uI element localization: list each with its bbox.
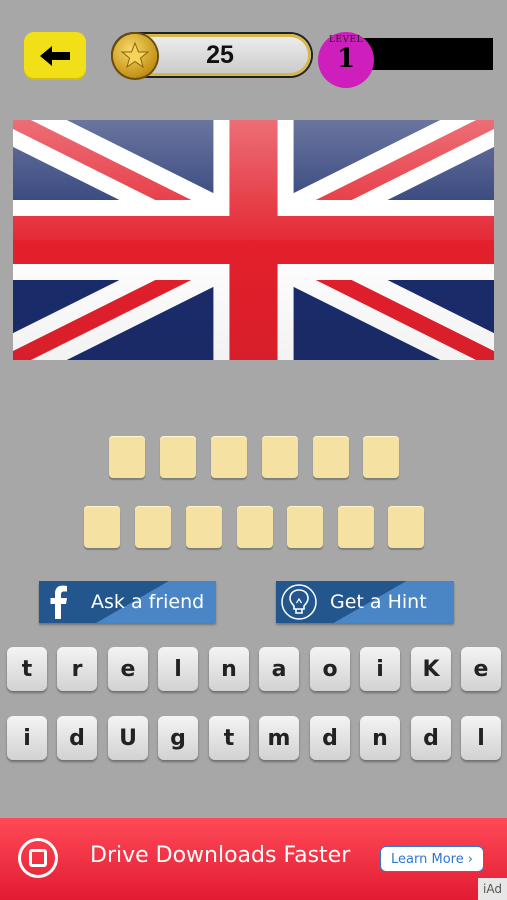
letter-key[interactable]: m [259, 716, 299, 760]
answer-slot[interactable] [160, 436, 196, 478]
chevron-right-icon: › [467, 851, 473, 867]
level-number: 1 [336, 44, 356, 74]
letter-key[interactable]: t [209, 716, 249, 760]
letter-key[interactable]: d [411, 716, 451, 760]
back-button[interactable] [24, 32, 86, 80]
letter-key[interactable]: i [7, 716, 47, 760]
answer-slot[interactable] [313, 436, 349, 478]
answer-slot[interactable] [388, 506, 424, 548]
letter-key[interactable]: K [411, 647, 451, 691]
letter-key[interactable]: g [158, 716, 198, 760]
answer-slot[interactable] [287, 506, 323, 548]
answer-slot[interactable] [338, 506, 374, 548]
letter-key[interactable]: n [209, 647, 249, 691]
letter-key[interactable]: n [360, 716, 400, 760]
answer-slot[interactable] [237, 506, 273, 548]
letter-key[interactable]: U [108, 716, 148, 760]
answer-slot[interactable] [262, 436, 298, 478]
letter-key[interactable]: r [57, 647, 97, 691]
facebook-icon [50, 585, 67, 619]
ask-friend-label: Ask a friend [91, 591, 205, 613]
get-hint-button[interactable]: Get a Hint [276, 581, 454, 623]
ask-friend-button[interactable]: Ask a friend [39, 581, 216, 623]
answer-slot[interactable] [84, 506, 120, 548]
letter-key[interactable]: a [259, 647, 299, 691]
ad-headline: Drive Downloads Faster [90, 843, 351, 868]
lightbulb-icon [281, 584, 317, 620]
ad-app-icon [18, 838, 58, 878]
letter-key[interactable]: e [108, 647, 148, 691]
answer-slot[interactable] [186, 506, 222, 548]
answer-slot[interactable] [135, 506, 171, 548]
letter-key[interactable]: t [7, 647, 47, 691]
answer-slot[interactable] [363, 436, 399, 478]
learn-more-button[interactable]: Learn More › [380, 846, 484, 872]
answer-slot[interactable] [109, 436, 145, 478]
answer-slot[interactable] [211, 436, 247, 478]
arrow-left-icon [40, 46, 70, 66]
get-hint-label: Get a Hint [330, 591, 427, 613]
letter-key[interactable]: d [310, 716, 350, 760]
letter-key[interactable]: o [310, 647, 350, 691]
letter-key[interactable]: l [461, 716, 501, 760]
coin-count: 25 [206, 41, 234, 69]
letter-key[interactable]: l [158, 647, 198, 691]
union-jack-flag-image [13, 120, 494, 360]
iad-label: iAd [478, 878, 507, 900]
letter-key[interactable]: d [57, 716, 97, 760]
learn-more-label: Learn More [391, 851, 464, 867]
letter-key[interactable]: i [360, 647, 400, 691]
letter-key[interactable]: e [461, 647, 501, 691]
